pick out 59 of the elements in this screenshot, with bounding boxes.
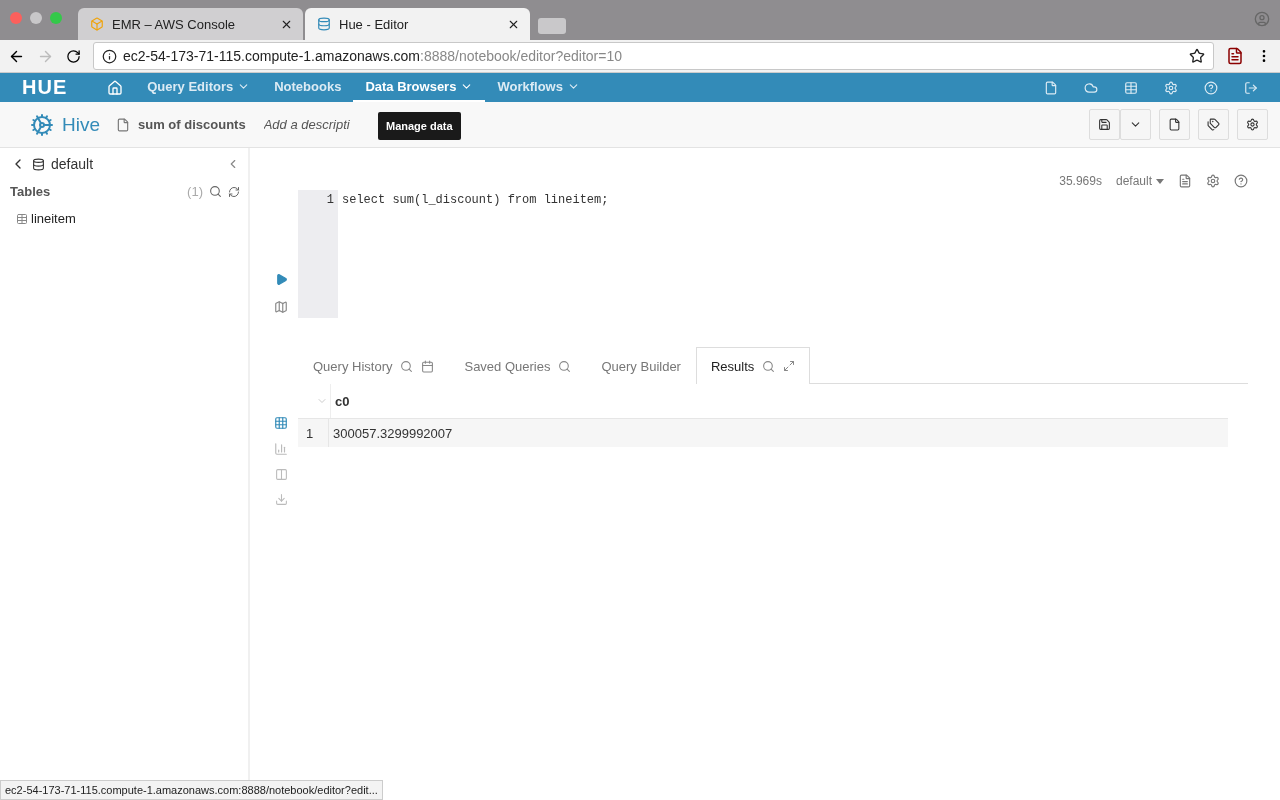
logout-icon[interactable]: [1244, 80, 1258, 95]
refresh-icon[interactable]: [228, 185, 240, 198]
profile-icon[interactable]: [1254, 11, 1270, 27]
pdf-icon[interactable]: [1226, 47, 1244, 65]
new-document-button[interactable]: [1159, 109, 1190, 140]
table-item[interactable]: lineitem: [31, 211, 76, 226]
document-icon: [1168, 118, 1181, 131]
browser-tab[interactable]: Hue - Editor: [305, 8, 530, 40]
info-icon: [102, 48, 117, 64]
database-icon: [32, 157, 45, 171]
search-icon[interactable]: [558, 359, 572, 373]
columns-icon[interactable]: [274, 468, 288, 481]
grid-icon[interactable]: [274, 416, 288, 430]
app-title: Hive: [62, 113, 100, 136]
box-icon: [90, 17, 104, 31]
reload-icon[interactable]: [66, 48, 81, 64]
settings-button[interactable]: [1237, 109, 1268, 140]
map-icon[interactable]: [274, 300, 288, 314]
document-icon: [116, 117, 130, 132]
line-number: 1: [325, 193, 334, 207]
section-title: Tables: [10, 184, 51, 199]
settings-icon[interactable]: [1206, 174, 1220, 188]
save-icon: [1098, 118, 1111, 131]
save-button[interactable]: [1089, 109, 1120, 140]
search-icon[interactable]: [762, 359, 776, 373]
tooltip: Manage data: [378, 112, 461, 140]
description-field[interactable]: Add a descripti: [263, 117, 358, 132]
cloud-icon[interactable]: [1084, 80, 1098, 95]
settings-icon: [1246, 118, 1259, 131]
elapsed-time: 35.969s: [1059, 174, 1102, 188]
search-icon[interactable]: [400, 359, 414, 373]
caret-icon[interactable]: [1156, 178, 1164, 184]
hue-logo[interactable]: HUE: [22, 76, 68, 99]
help-icon[interactable]: [1234, 174, 1248, 188]
code-line[interactable]: select sum(l_discount) from lineitem;: [342, 193, 609, 207]
table-icon: [16, 212, 28, 225]
search-icon[interactable]: [209, 185, 222, 198]
database-selector[interactable]: default: [1115, 174, 1152, 188]
table-count: (1): [187, 184, 203, 199]
result-tab[interactable]: Results: [695, 347, 811, 384]
row-index: 1: [305, 425, 315, 441]
home-icon[interactable]: [107, 79, 124, 96]
minimize-window-button[interactable]: [30, 12, 42, 24]
table-cell: 300057.3299992007: [328, 419, 1228, 447]
browser-tab[interactable]: EMR – AWS Console: [78, 8, 303, 40]
query-name[interactable]: sum of discounts: [138, 117, 246, 132]
tags-icon: [1207, 118, 1220, 131]
address-bar[interactable]: ec2-54-173-71-115.compute-1.amazonaws.com:8888/notebook/editor?editor=10: [93, 42, 1214, 70]
chart-icon[interactable]: [274, 442, 288, 456]
star-icon[interactable]: [1189, 48, 1205, 64]
table-icon[interactable]: [1124, 80, 1138, 95]
expand-icon[interactable]: [783, 360, 796, 372]
download-icon[interactable]: [274, 493, 288, 506]
tags-button[interactable]: [1198, 109, 1229, 140]
status-url: ec2-54-173-71-115.compute-1.amazonaws.com:8888/notebook/editor?edit...: [0, 780, 383, 800]
document-icon[interactable]: [1178, 174, 1192, 188]
database-name[interactable]: default: [51, 156, 94, 172]
play-icon[interactable]: [274, 273, 288, 286]
calendar-icon[interactable]: [421, 359, 435, 373]
